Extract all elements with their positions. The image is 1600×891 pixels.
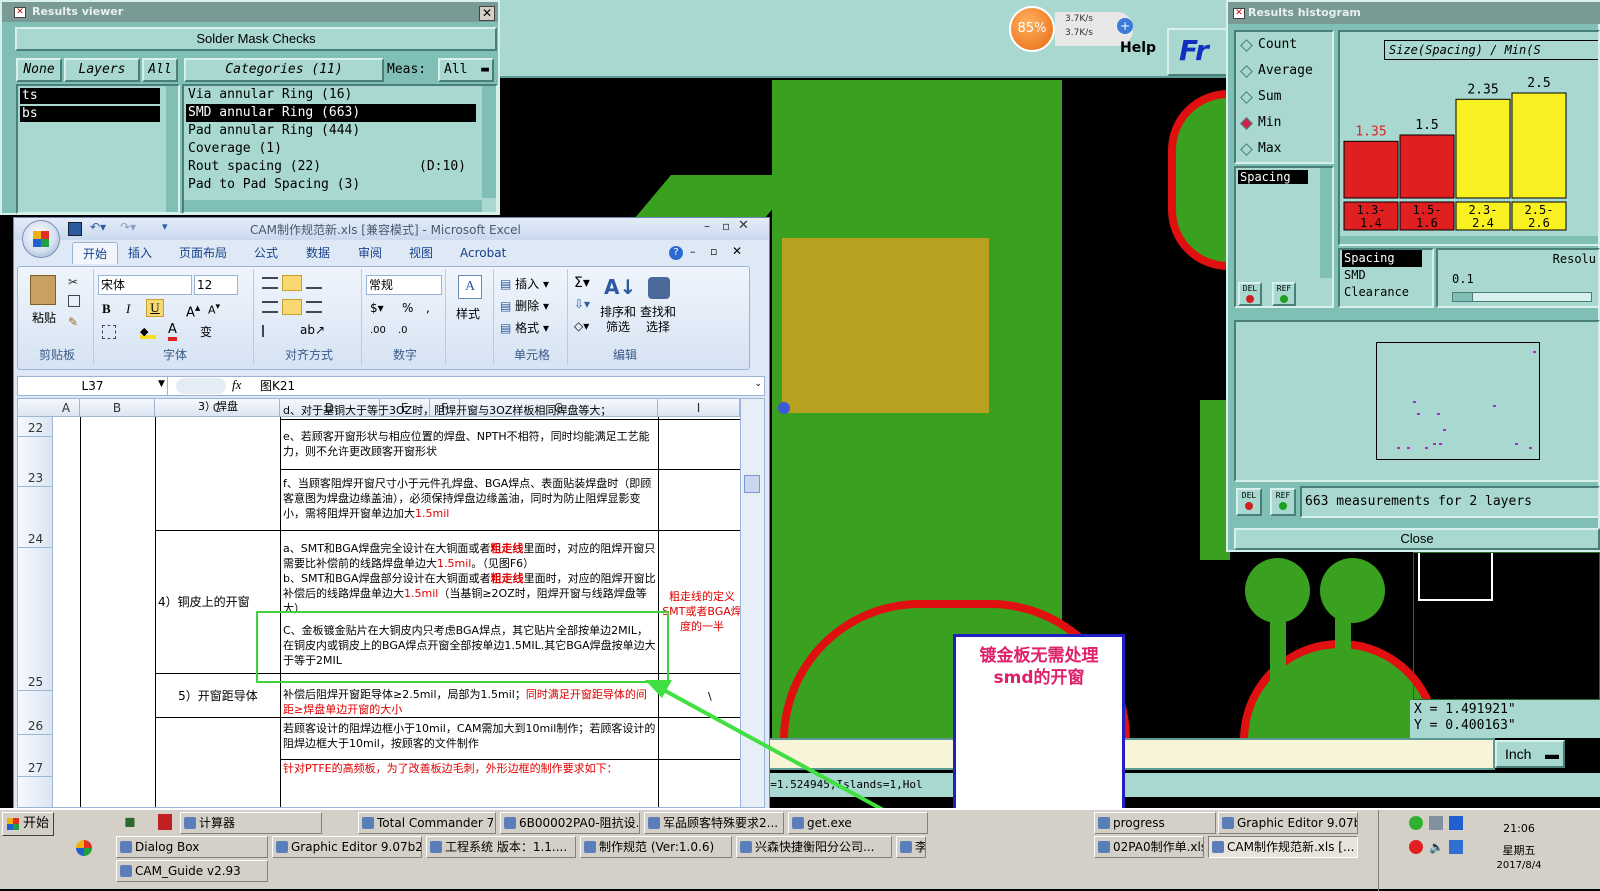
taskbar-button[interactable]: 军品顾客特殊要求2... xyxy=(644,812,784,834)
taskbar-button[interactable]: 李 xyxy=(896,836,926,858)
taskbar-button[interactable]: 02PA0制作单.xls ... xyxy=(1094,836,1204,858)
taskbar-button[interactable]: 兴森快捷衡阳分公司... xyxy=(736,836,892,858)
office-button[interactable] xyxy=(22,220,60,258)
windows-icon xyxy=(7,818,19,830)
taskbar: 开始 ◼ 计算器 Total Commander 7.0...6B00002PA0… xyxy=(0,808,1600,891)
taskbar-button[interactable]: CAM_Guide v2.93 xyxy=(116,860,268,882)
taskbar-button[interactable]: Total Commander 7.0... xyxy=(358,812,496,834)
taskbar-button[interactable]: 制作规范 (Ver:1.0.6) xyxy=(580,836,732,858)
taskbar-button[interactable]: Graphic Editor 9.07b2 (0... xyxy=(272,836,422,858)
taskbar-button[interactable]: Graphic Editor 9.07b2... xyxy=(1218,812,1358,834)
clock-time[interactable]: 21:06 xyxy=(1489,822,1549,835)
taskbar-button[interactable]: CAM制作规范新.xls [... xyxy=(1208,836,1358,858)
quicklaunch-icon[interactable]: ◼ xyxy=(124,814,136,830)
volume-icon[interactable]: 🔈 xyxy=(1429,840,1444,854)
taskbar-button[interactable]: progress xyxy=(1094,812,1216,834)
quicklaunch-icon[interactable] xyxy=(76,840,92,856)
annotation-arrow xyxy=(645,680,921,832)
taskbar-button[interactable]: Dialog Box xyxy=(116,836,268,858)
clock-weekday: 星期五 xyxy=(1502,844,1536,857)
pdf-icon[interactable] xyxy=(158,814,172,830)
annotation-text: 镀金板无需处理smd的开窗 xyxy=(979,646,1099,688)
tray-icon[interactable] xyxy=(1449,840,1463,854)
taskbar-button[interactable]: 计算器 xyxy=(180,812,322,834)
taskbar-button[interactable]: 工程系统 版本：1.1.... xyxy=(426,836,576,858)
tray-icon[interactable] xyxy=(1449,816,1463,830)
tray-icon[interactable] xyxy=(1429,816,1443,830)
system-tray: 🔈 21:06 星期五 2017/8/4 xyxy=(1378,810,1600,891)
start-button[interactable]: 开始 xyxy=(2,812,54,836)
clock-date: 2017/8/4 xyxy=(1496,860,1542,871)
tray-icon[interactable] xyxy=(1409,840,1423,854)
tray-icon[interactable] xyxy=(1409,816,1423,830)
taskbar-button[interactable]: 6B00002PA0-阻抗设... xyxy=(500,812,640,834)
taskbar-button[interactable]: get.exe xyxy=(788,812,928,834)
